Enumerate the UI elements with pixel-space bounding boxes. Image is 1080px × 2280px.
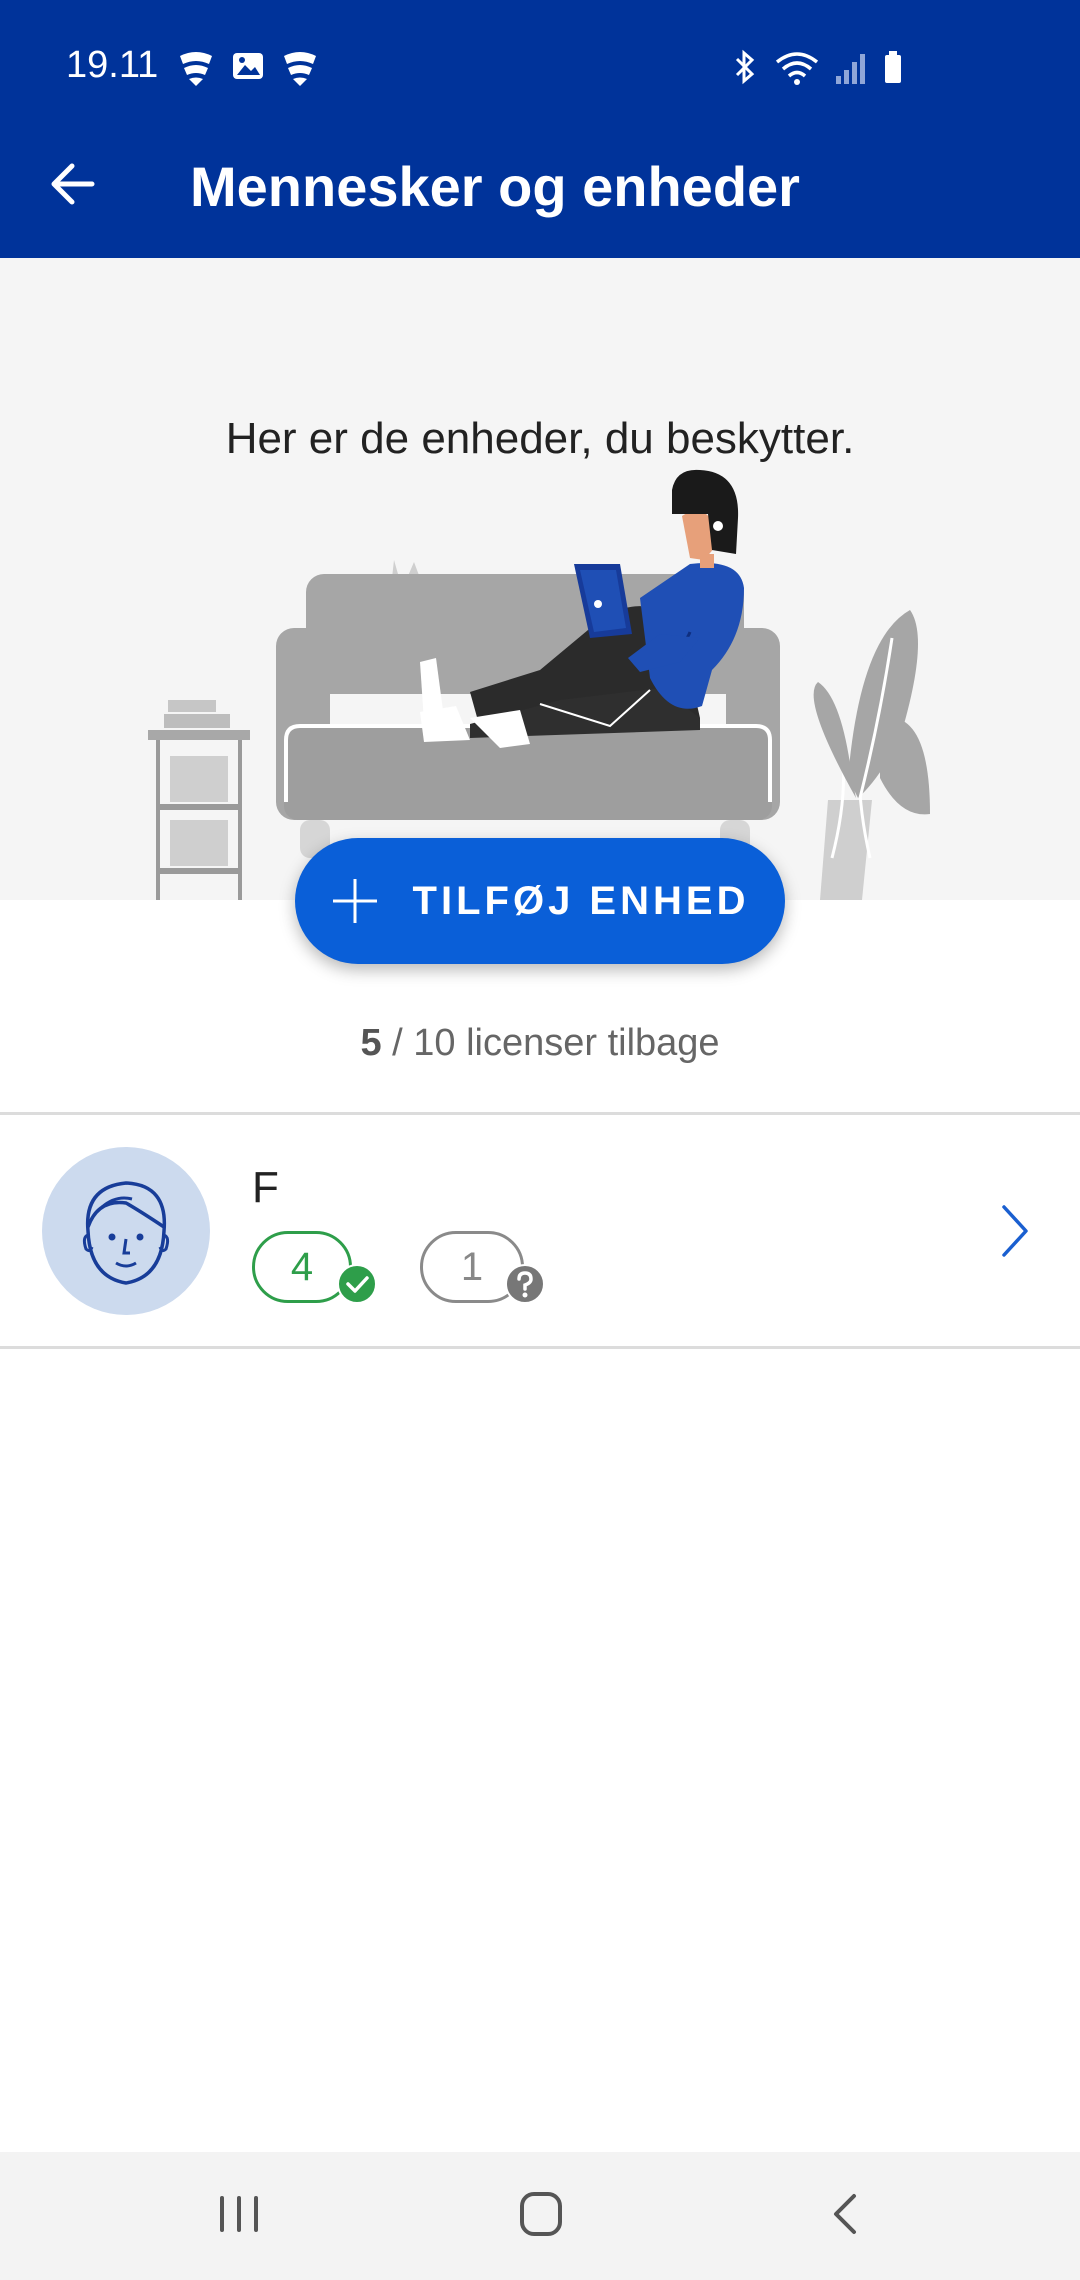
page-title: Mennesker og enheder bbox=[190, 155, 800, 218]
licenses-remaining: 5 / 10 licenser tilbage bbox=[0, 1022, 1080, 1065]
hero-text: Her er de enheder, du beskytter. bbox=[225, 414, 855, 463]
status-time: 19.11 bbox=[66, 44, 159, 86]
add-device-button[interactable]: TILFØJ ENHED bbox=[295, 838, 785, 964]
divider-2 bbox=[0, 1346, 1080, 1349]
wifi-icon bbox=[775, 52, 819, 85]
battery-icon bbox=[885, 51, 901, 83]
status-left-icons bbox=[176, 48, 320, 88]
image-icon bbox=[233, 53, 263, 79]
check-icon bbox=[337, 1264, 377, 1304]
person-name: F bbox=[252, 1163, 279, 1212]
living-room-illustration bbox=[148, 469, 930, 900]
person-face-icon bbox=[82, 1181, 170, 1285]
back-arrow-icon[interactable] bbox=[46, 156, 102, 212]
add-device-label: TILFØJ ENHED bbox=[412, 878, 750, 923]
person-row[interactable]: F 4 1 bbox=[0, 1115, 1080, 1345]
recents-icon[interactable] bbox=[216, 2192, 262, 2236]
chevron-right-icon[interactable] bbox=[1000, 1201, 1030, 1261]
plus-icon bbox=[332, 879, 377, 923]
fsecure-shield-icon bbox=[180, 52, 212, 86]
fsecure-shield-icon-2 bbox=[284, 52, 316, 86]
licenses-remaining-text: / 10 licenser tilbage bbox=[381, 1022, 720, 1064]
signal-icon bbox=[836, 54, 865, 84]
licenses-remaining-count: 5 bbox=[360, 1022, 382, 1064]
system-navigation-bar bbox=[0, 2152, 1080, 2280]
status-right-icons bbox=[730, 48, 904, 86]
hero-section: Her er de enheder, du beskytter. bbox=[0, 258, 1080, 900]
bluetooth-icon bbox=[735, 49, 755, 85]
question-icon bbox=[505, 1264, 545, 1304]
app-bar: 19.11 Mennesker og enheder bbox=[0, 0, 1080, 258]
home-icon[interactable] bbox=[518, 2190, 564, 2238]
avatar bbox=[42, 1147, 210, 1315]
system-back-icon[interactable] bbox=[828, 2190, 862, 2238]
